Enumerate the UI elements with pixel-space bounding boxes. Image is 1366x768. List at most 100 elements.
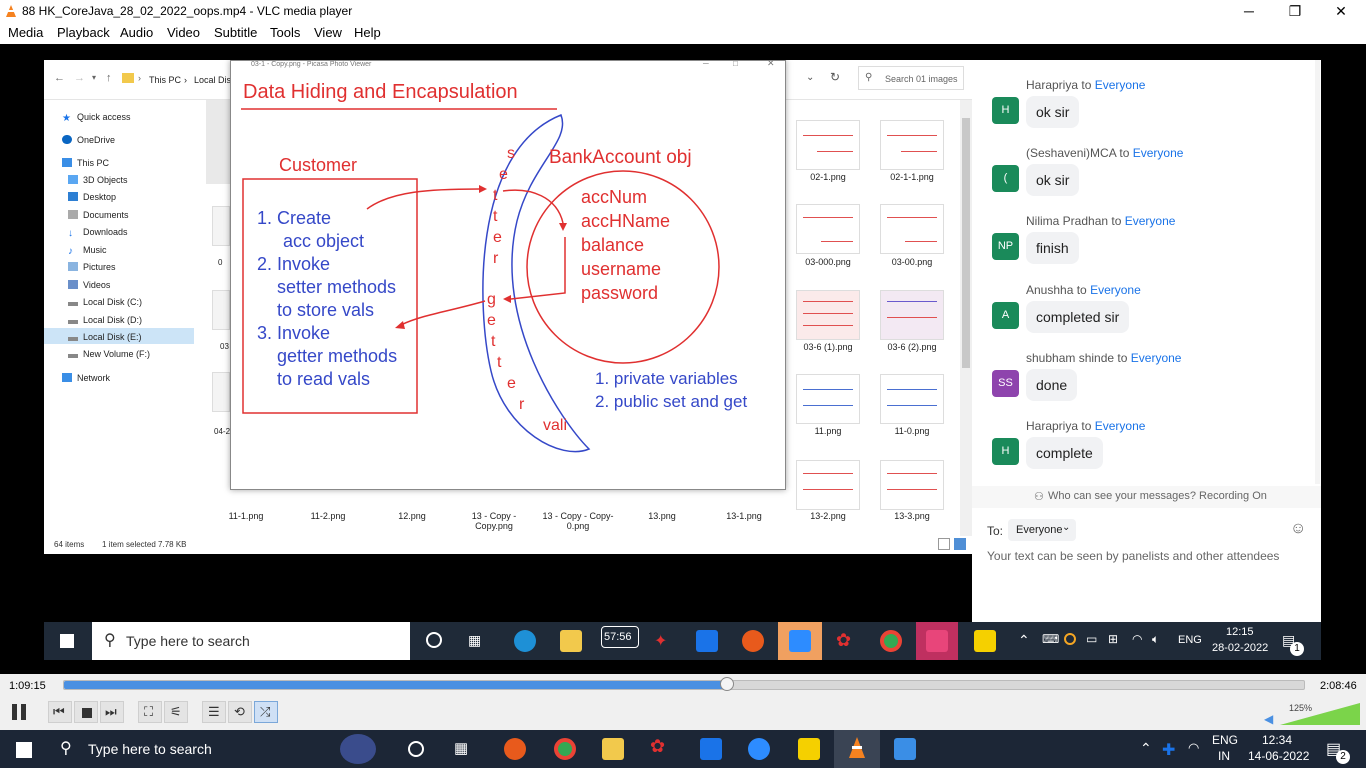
volume-icon[interactable]: 🔈︎ [1152,632,1159,647]
menu-tools[interactable]: Tools [270,25,300,40]
minimize-button[interactable]: ─ [1226,0,1272,22]
edge-icon[interactable] [514,630,536,652]
nav-downloads[interactable]: ↓ Downloads [68,227,128,239]
task-view-icon[interactable]: ▦ [468,632,481,649]
emoji-icon[interactable]: ☺ [1290,520,1306,538]
wifi-icon[interactable]: ◠ [1188,740,1199,756]
elapsed-time[interactable]: 1:09:15 [9,680,46,692]
record-icon[interactable] [504,738,526,760]
store-icon[interactable] [700,738,722,760]
wifi-icon[interactable]: ◠ [1132,632,1142,646]
recent-chevron-icon[interactable]: ▾ [92,73,96,82]
up-icon[interactable]: ↑ [106,72,112,84]
thumbnail[interactable] [796,204,860,254]
chevron-up-icon[interactable]: ⌃ [1140,740,1152,757]
thumbnail[interactable] [796,290,860,340]
photos-icon[interactable] [894,738,916,760]
network-tray-icon[interactable]: ⊞ [1108,632,1118,646]
next-button[interactable]: ⏭ [100,701,124,723]
inner-search-box[interactable]: ⚲ Type here to search [92,622,410,660]
thumbnail[interactable] [880,204,944,254]
zoom-icon[interactable] [748,738,770,760]
speaker-icon[interactable]: ◀ [1264,712,1273,726]
previous-button[interactable]: ⏮ [48,701,72,723]
nav-local-disk-e[interactable]: Local Disk (E:) [68,332,142,342]
windows-start-icon[interactable] [60,634,74,648]
close-button[interactable]: ✕ [1318,0,1364,22]
dropdown-chevron-icon[interactable]: ⌄ [806,72,814,83]
forward-icon[interactable]: → [74,72,85,84]
sticky-notes-icon[interactable] [798,738,820,760]
menu-view[interactable]: View [314,25,342,40]
thumbnail[interactable] [880,460,944,510]
shuffle-button[interactable]: ⤮ [254,701,278,723]
thumbnail[interactable] [880,120,944,170]
cortana-icon[interactable] [426,632,442,648]
seek-handle[interactable] [720,677,734,691]
picasa-close-button[interactable]: ✕ [767,60,775,69]
playlist-button[interactable]: ☰ [202,701,226,723]
details-view-icon[interactable] [938,538,950,550]
chat-input[interactable]: Your text can be seen by panelists and o… [987,549,1279,563]
loop-button[interactable]: ⟲ [228,701,252,723]
inner-date[interactable]: 28-02-2022 [1212,642,1268,654]
search-box[interactable]: ⚲ Search 01 images [858,66,964,90]
gift-icon[interactable]: ✦ [654,631,667,651]
taskbar-time[interactable]: 12:34 [1262,733,1292,747]
taskbar-search-box[interactable]: ⚲ Type here to search [48,730,392,768]
vlc-taskbar-tile[interactable] [834,730,880,768]
thumbnail[interactable] [880,374,944,424]
screen-recorder-tile[interactable] [916,622,958,660]
picasa-minimize-button[interactable]: ─ [703,60,709,68]
taskbar-date[interactable]: 14-06-2022 [1248,749,1309,763]
picasa-icon[interactable]: ✿ [836,630,851,651]
scrollbar[interactable] [960,100,972,536]
nav-documents[interactable]: Documents [68,210,129,220]
taskbar-language[interactable]: ENG [1212,733,1238,747]
nav-network[interactable]: Network [62,373,110,383]
mail-icon[interactable] [696,630,718,652]
nav-videos[interactable]: Videos [68,280,110,290]
who-can-see-bar[interactable]: ⚇ Who can see your messages? Recording O… [972,486,1321,508]
nav-3d-objects[interactable]: 3D Objects [68,175,128,185]
menu-playback[interactable]: Playback [57,25,110,40]
video-frame[interactable]: ← → ▾ ↑ › This PC › Local Dis ⌄ ↻ ⚲ Sear… [44,60,1321,660]
file-explorer-icon[interactable] [602,738,624,760]
recipient-dropdown[interactable]: Everyone ⌄ [1008,519,1076,541]
windows-start-icon[interactable] [16,742,32,758]
chrome-icon[interactable] [554,738,576,760]
nav-quick-access[interactable]: ★ Quick access [62,112,131,124]
menu-media[interactable]: Media [8,25,43,40]
thumbnail[interactable] [796,374,860,424]
battery-icon[interactable]: ▭ [1086,632,1097,646]
pause-button[interactable] [6,699,34,725]
nav-music[interactable]: ♪ Music [68,245,107,257]
taskbar-region[interactable]: IN [1218,749,1230,763]
picasa-maximize-button[interactable]: □ [733,60,738,68]
file-explorer-icon[interactable] [560,630,582,652]
extended-settings-button[interactable]: ⚟ [164,701,188,723]
tray-icon[interactable]: ⌨ [1042,632,1059,646]
zoom-app-tile[interactable] [778,622,822,660]
plus-tray-icon[interactable]: ✚ [1162,740,1175,760]
refresh-icon[interactable]: ↻ [830,70,840,84]
sticky-notes-icon[interactable] [974,630,996,652]
maximize-button[interactable]: ❐ [1272,0,1318,22]
thumbnail[interactable] [796,460,860,510]
thumbnail[interactable] [880,290,944,340]
nav-onedrive[interactable]: OneDrive [62,135,115,145]
nav-new-volume-f[interactable]: New Volume (F:) [68,349,150,359]
back-icon[interactable]: ← [54,72,65,84]
record-icon[interactable] [742,630,764,652]
inner-time[interactable]: 12:15 [1226,626,1254,638]
seek-bar[interactable] [63,677,1305,691]
breadcrumb-this-pc[interactable]: This PC [149,75,181,85]
chat-scrollbar[interactable] [1315,60,1320,484]
tray-circle-icon[interactable] [1064,633,1076,645]
nav-pictures[interactable]: Pictures [68,262,116,272]
chevron-up-icon[interactable]: ⌃ [1018,632,1030,649]
menu-audio[interactable]: Audio [120,25,153,40]
inner-language[interactable]: ENG [1178,634,1202,646]
stop-button[interactable] [74,701,98,723]
menu-help[interactable]: Help [354,25,381,40]
